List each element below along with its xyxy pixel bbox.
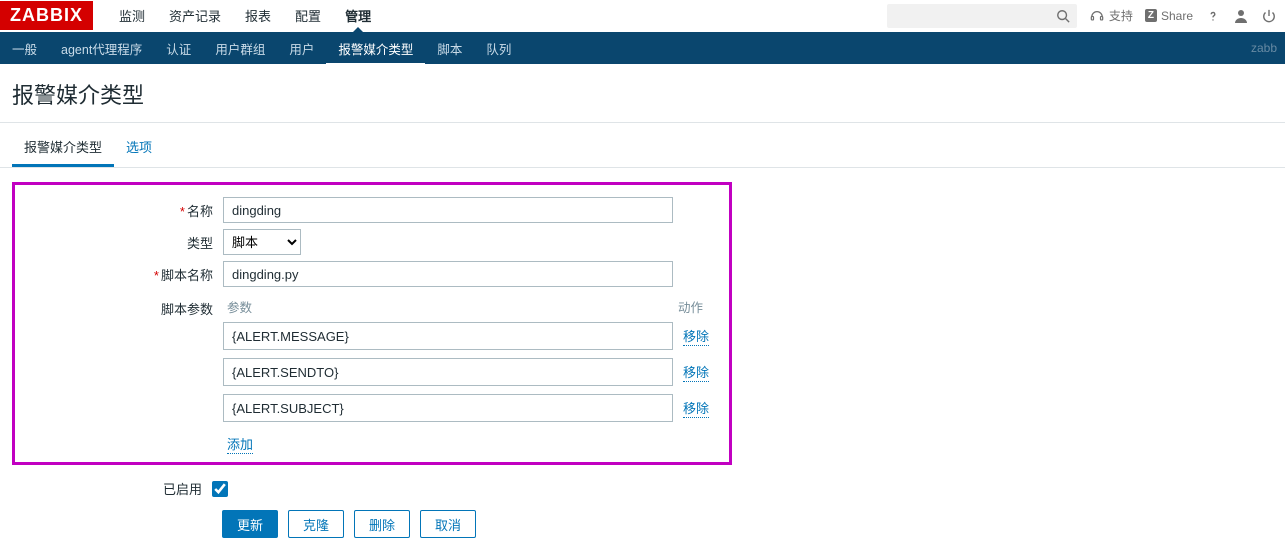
row-type: 类型 脚本 (23, 229, 721, 255)
clone-button[interactable]: 克隆 (288, 510, 344, 538)
tab-options[interactable]: 选项 (114, 127, 164, 167)
subnav-proxies[interactable]: agent代理程序 (49, 31, 154, 66)
param-row: 移除 (223, 358, 718, 386)
button-row: 更新 克隆 删除 取消 (222, 510, 1273, 538)
sub-nav: 一般 agent代理程序 认证 用户群组 用户 报警媒介类型 脚本 队列 zab… (0, 32, 1285, 64)
nav-config[interactable]: 配置 (283, 0, 333, 32)
row-enabled: 已启用 (12, 479, 1273, 498)
subnav-users[interactable]: 用户 (277, 31, 326, 66)
logo: ZABBIX (0, 1, 93, 30)
user-icon[interactable] (1233, 8, 1249, 24)
label-params: 脚本参数 (23, 293, 223, 454)
params-header-action: 动作 (678, 297, 718, 316)
param-input-1[interactable] (223, 358, 673, 386)
label-name: *名称 (23, 201, 223, 220)
label-type: 类型 (23, 233, 223, 252)
subnav-brand: zabb (1251, 41, 1285, 55)
subnav-auth[interactable]: 认证 (154, 31, 203, 66)
tab-mediatype[interactable]: 报警媒介类型 (12, 127, 114, 167)
form-area: *名称 类型 脚本 *脚本名称 脚本参数 参数 动作 移除 (0, 168, 1285, 552)
param-row: 移除 (223, 322, 718, 350)
params-table: 参数 动作 移除 移除 移除 添加 (223, 293, 718, 454)
select-type[interactable]: 脚本 (223, 229, 301, 255)
highlight-box: *名称 类型 脚本 *脚本名称 脚本参数 参数 动作 移除 (12, 182, 732, 465)
params-header-param: 参数 (223, 297, 678, 316)
headset-icon (1089, 8, 1105, 24)
row-params: 脚本参数 参数 动作 移除 移除 移除 添加 (23, 293, 721, 454)
search-box[interactable] (887, 4, 1077, 28)
support-link[interactable]: 支持 (1089, 7, 1133, 24)
subnav-scripts[interactable]: 脚本 (425, 31, 474, 66)
nav-inventory[interactable]: 资产记录 (157, 0, 233, 32)
param-remove-0[interactable]: 移除 (683, 326, 709, 346)
share-label: Share (1161, 9, 1193, 23)
nav-reports[interactable]: 报表 (233, 0, 283, 32)
subnav-mediatypes[interactable]: 报警媒介类型 (326, 31, 425, 66)
tabs: 报警媒介类型 选项 (0, 127, 1285, 168)
top-right: 支持 Z Share (887, 4, 1285, 28)
param-row: 移除 (223, 394, 718, 422)
subnav-queue[interactable]: 队列 (474, 31, 523, 66)
subnav-general[interactable]: 一般 (0, 31, 49, 66)
input-name[interactable] (223, 197, 673, 223)
param-input-0[interactable] (223, 322, 673, 350)
param-remove-2[interactable]: 移除 (683, 398, 709, 418)
support-label: 支持 (1109, 7, 1133, 24)
subnav-usergroups[interactable]: 用户群组 (203, 31, 277, 66)
page-title: 报警媒介类型 (0, 64, 1285, 123)
checkbox-enabled[interactable] (212, 481, 228, 497)
params-header: 参数 动作 (223, 293, 718, 322)
update-button[interactable]: 更新 (222, 510, 278, 538)
main-nav: 监测 资产记录 报表 配置 管理 (107, 0, 383, 32)
input-script-name[interactable] (223, 261, 673, 287)
nav-monitoring[interactable]: 监测 (107, 0, 157, 32)
param-remove-1[interactable]: 移除 (683, 362, 709, 382)
search-icon (1055, 8, 1071, 24)
top-bar: ZABBIX 监测 资产记录 报表 配置 管理 支持 Z Share (0, 0, 1285, 32)
row-script-name: *脚本名称 (23, 261, 721, 287)
share-link[interactable]: Z Share (1145, 9, 1193, 23)
param-add-link[interactable]: 添加 (227, 434, 253, 454)
cancel-button[interactable]: 取消 (420, 510, 476, 538)
power-icon[interactable] (1261, 8, 1277, 24)
param-input-2[interactable] (223, 394, 673, 422)
row-name: *名称 (23, 197, 721, 223)
help-icon[interactable] (1205, 8, 1221, 24)
nav-admin[interactable]: 管理 (333, 0, 383, 32)
delete-button[interactable]: 删除 (354, 510, 410, 538)
label-enabled: 已启用 (12, 479, 212, 498)
label-script-name: *脚本名称 (23, 265, 223, 284)
share-badge: Z (1145, 9, 1157, 22)
